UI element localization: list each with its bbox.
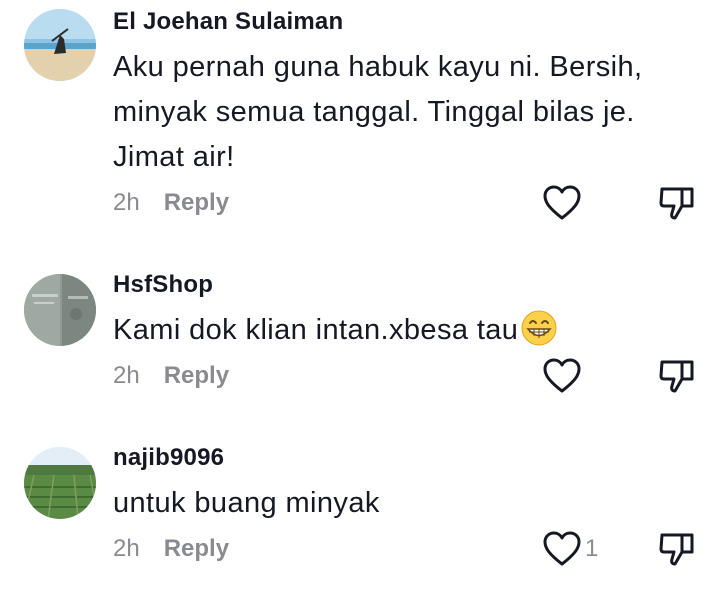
avatar[interactable] [24, 9, 96, 81]
comment-meta: 2h Reply [113, 535, 229, 563]
comment-text-line: Jimat air! [113, 141, 235, 173]
like-button[interactable] [543, 185, 581, 221]
comment-meta: 2h Reply [113, 362, 229, 390]
comment-time: 2h [113, 362, 140, 389]
thumbs-down-outline-icon [659, 360, 694, 393]
thumbs-down-outline-icon [659, 533, 694, 566]
comment-item: El Joehan Sulaiman Aku pernah guna habuk… [0, 0, 720, 235]
avatar[interactable] [24, 447, 96, 519]
comment-text-line: Aku pernah guna habuk kayu ni. Bersih, [113, 51, 643, 83]
like-button[interactable] [543, 358, 581, 394]
avatar[interactable] [24, 274, 96, 346]
comment-text: Aku pernah guna habuk kayu ni. Bersih, m… [113, 45, 673, 180]
comment-meta: 2h Reply [113, 189, 229, 217]
dislike-button[interactable] [658, 530, 696, 568]
comment-time: 2h [113, 189, 140, 216]
thumbs-down-outline-icon [659, 187, 694, 220]
comment-item: najib9096 untuk buang minyak 2h Reply 1 [0, 441, 720, 581]
heart-outline-icon [543, 358, 581, 393]
reply-button[interactable]: Reply [164, 189, 229, 216]
comment-text-content: untuk buang minyak [113, 487, 380, 519]
dislike-button[interactable] [658, 357, 696, 395]
comment-text-content: Kami dok klian intan.xbesa tau [113, 314, 519, 346]
grinning-face-emoji [521, 310, 557, 346]
comment-item: HsfShop Kami dok klian intan.xbesa tau 2… [0, 268, 720, 398]
comment-time: 2h [113, 535, 140, 562]
like-count: 1 [585, 535, 599, 562]
like-button[interactable] [543, 531, 581, 567]
dislike-button[interactable] [658, 184, 696, 222]
comment-text-line: minyak semua tanggal. Tinggal bilas je. [113, 96, 635, 128]
comment-username[interactable]: El Joehan Sulaiman [113, 8, 343, 36]
comment-username[interactable]: najib9096 [113, 444, 224, 472]
heart-outline-icon [543, 185, 581, 220]
reply-button[interactable]: Reply [164, 362, 229, 389]
comment-text: untuk buang minyak [113, 481, 673, 526]
comment-username[interactable]: HsfShop [113, 271, 213, 299]
reply-button[interactable]: Reply [164, 535, 229, 562]
heart-outline-icon [543, 531, 581, 566]
comment-text: Kami dok klian intan.xbesa tau [113, 308, 673, 353]
